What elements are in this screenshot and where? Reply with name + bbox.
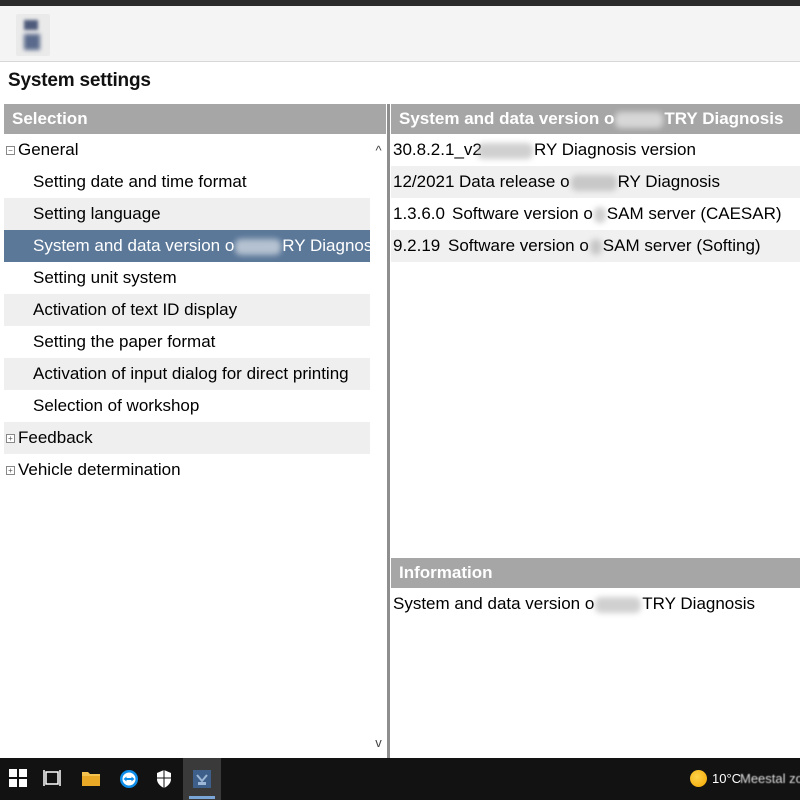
tree-item-unit-system[interactable]: Setting unit system — [4, 262, 370, 294]
tree-item-label: Setting unit system — [33, 268, 177, 287]
diagnosis-app-taskbar-icon[interactable] — [183, 758, 221, 800]
version-row: 1.3.6.0 Software version o SAM server (CA… — [391, 198, 800, 230]
tree-item-label: Vehicle determination — [18, 460, 181, 479]
app-header — [0, 6, 800, 62]
version-row: 30.8.2.1_v2 RY Diagnosis version — [391, 134, 800, 166]
weather-description[interactable]: Meestal zonn — [740, 771, 800, 786]
weather-temperature[interactable]: 10°C — [712, 771, 741, 786]
tree-item-label: System and data version oRY Diagnosis — [33, 236, 370, 255]
information-header: Information — [391, 558, 800, 588]
selection-tree: − General Setting date and time format S… — [4, 134, 386, 758]
version-description: Software version o SAM server (CAESAR) — [452, 204, 782, 223]
tree-item-label: Feedback — [18, 428, 93, 447]
panel-splitter[interactable] — [387, 104, 390, 758]
version-description: Data release o RY Diagnosis — [459, 172, 720, 191]
expand-icon[interactable]: + — [6, 434, 15, 443]
tree-item-direct-printing[interactable]: Activation of input dialog for direct pr… — [4, 358, 370, 390]
tree-item-label: Setting language — [33, 204, 161, 223]
task-view-icon[interactable] — [34, 758, 72, 800]
page-title: System settings — [8, 70, 151, 91]
tree-item-system-data-version[interactable]: System and data version oRY Diagnosis — [4, 230, 370, 262]
version-value: 30.8.2.1_v2 — [393, 140, 482, 159]
tree-item-text-id-display[interactable]: Activation of text ID display — [4, 294, 370, 326]
file-explorer-icon[interactable] — [72, 758, 110, 800]
tree-item-feedback[interactable]: + Feedback — [4, 422, 370, 454]
information-content: System and data version o TRY Diagnosis — [391, 588, 800, 758]
security-shield-icon[interactable] — [146, 758, 184, 800]
collapse-icon[interactable]: − — [6, 146, 15, 155]
tree-item-label: Selection of workshop — [33, 396, 200, 415]
version-row: 12/2021 Data release o RY Diagnosis — [391, 166, 800, 198]
tree-item-vehicle-determination[interactable]: + Vehicle determination — [4, 454, 370, 486]
tree-item-label: Activation of input dialog for direct pr… — [33, 364, 349, 383]
version-value: 9.2.19 — [393, 236, 441, 255]
tree-item-label: General — [18, 140, 79, 159]
scroll-up-arrow-icon[interactable]: ^ — [371, 142, 386, 160]
scroll-down-arrow-icon[interactable]: v — [371, 734, 386, 752]
tree-item-general[interactable]: − General — [4, 134, 370, 166]
tree-item-date-time-format[interactable]: Setting date and time format — [4, 166, 370, 198]
tree-item-label: Setting the paper format — [33, 332, 216, 351]
version-value: 12/2021 — [393, 172, 455, 191]
teamviewer-icon[interactable] — [110, 758, 148, 800]
version-description: RY Diagnosis version — [477, 134, 696, 166]
information-text: System and data version o TRY Diagnosis — [393, 594, 756, 613]
tree-item-paper-format[interactable]: Setting the paper format — [4, 326, 370, 358]
version-value: 1.3.6.0 — [393, 204, 445, 223]
version-row: 9.2.19 Software version o SAM server (Sof… — [391, 230, 800, 262]
tree-item-label: Activation of text ID display — [33, 300, 238, 319]
tree-item-workshop[interactable]: Selection of workshop — [4, 390, 370, 422]
tree-item-language[interactable]: Setting language — [4, 198, 370, 230]
windows-start-icon[interactable] — [0, 758, 38, 800]
version-description: Software version o SAM server (Softing) — [448, 236, 761, 255]
taskbar — [0, 758, 800, 800]
version-list: 30.8.2.1_v2 RY Diagnosis version 12/2021… — [391, 134, 800, 554]
selection-header: Selection — [4, 104, 386, 134]
tree-item-label: Setting date and time format — [33, 172, 247, 191]
expand-icon[interactable]: + — [6, 466, 15, 475]
version-header: System and data version o TRY Diagnosis — [391, 104, 800, 134]
app-logo-icon — [16, 14, 50, 56]
weather-sun-icon[interactable] — [690, 770, 707, 787]
